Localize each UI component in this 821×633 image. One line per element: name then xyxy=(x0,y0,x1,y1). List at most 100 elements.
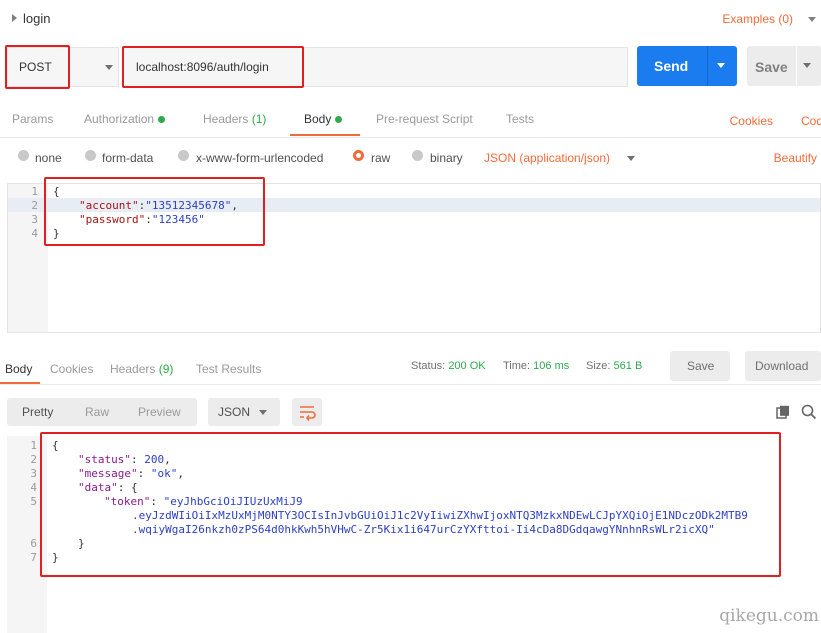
code-line-wrapped: .eyJzdWIiOiIxMzUxMjM0NTY3OCIsInJvbGUiOiJ… xyxy=(132,509,748,522)
line-number: 3 xyxy=(30,467,37,480)
code-link[interactable]: Cod xyxy=(801,114,821,128)
status-meta: Status: 200 OK xyxy=(411,360,486,372)
radio-none[interactable] xyxy=(18,150,29,161)
download-label: Download xyxy=(755,359,809,373)
json-key: "data" xyxy=(78,481,118,494)
json-value: "ok" xyxy=(150,467,178,480)
code-line-wrapped: .wqiyWgaI26nkzh0zPS64d0hkKwh5hVHwC-Zr5Ki… xyxy=(132,523,715,536)
response-headers-count: (9) xyxy=(158,362,174,376)
chevron-down-icon[interactable] xyxy=(808,17,816,22)
divider xyxy=(796,46,797,86)
line-number: 1 xyxy=(31,185,38,198)
method-value: POST xyxy=(19,60,52,74)
download-button[interactable]: Download xyxy=(745,351,821,381)
tab-response-headers[interactable]: Headers (9) xyxy=(110,362,173,376)
code-line: "status": 200, xyxy=(78,453,171,466)
json-key: "token" xyxy=(104,495,151,508)
radio-binary-label[interactable]: binary xyxy=(430,151,463,165)
json-key: "password" xyxy=(79,213,146,226)
code-line: "message": "ok", xyxy=(78,467,184,480)
status-value: 200 OK xyxy=(448,360,486,372)
tab-headers[interactable]: Headers (1) xyxy=(203,112,266,126)
wrap-lines-icon xyxy=(300,406,316,421)
json-value: "123456" xyxy=(151,213,205,226)
response-format-select[interactable]: JSON xyxy=(208,398,280,426)
save-options-chevron-icon[interactable] xyxy=(803,63,811,68)
chevron-down-icon xyxy=(259,410,267,415)
line-number: 6 xyxy=(30,537,37,550)
tab-pre-request-script[interactable]: Pre-request Script xyxy=(376,112,473,126)
response-body-viewer[interactable]: 1 2 3 4 5 6 7 { "status": 200, "message"… xyxy=(7,436,821,633)
view-pretty-button[interactable]: Pretty xyxy=(22,405,53,419)
json-brace: { xyxy=(131,481,138,494)
send-label: Send xyxy=(654,58,689,74)
url-input[interactable]: localhost:8096/auth/login xyxy=(122,47,628,87)
line-number: 2 xyxy=(30,453,37,466)
radio-urlencoded[interactable] xyxy=(178,150,189,161)
chevron-down-icon[interactable] xyxy=(627,156,635,161)
line-number: 5 xyxy=(30,495,37,508)
tab-tests[interactable]: Tests xyxy=(506,112,534,126)
tab-headers-label: Headers xyxy=(203,112,249,126)
code-line: } xyxy=(78,537,85,550)
save-button[interactable]: Save xyxy=(747,46,821,86)
save-response-button[interactable]: Save xyxy=(670,351,730,381)
tab-authorization[interactable]: Authorization xyxy=(84,112,166,126)
save-response-label: Save xyxy=(687,359,715,373)
send-options-chevron-icon[interactable] xyxy=(717,63,725,68)
time-label: Time: xyxy=(503,360,531,372)
radio-urlencoded-label[interactable]: x-www-form-urlencoded xyxy=(196,151,323,165)
radio-raw-label[interactable]: raw xyxy=(371,151,390,165)
request-title-bar: login Examples (0) xyxy=(0,0,821,38)
view-mode-group: Pretty Raw Preview xyxy=(7,398,197,426)
tab-body-label: Body xyxy=(304,112,332,126)
active-tab-indicator xyxy=(290,134,360,136)
copy-icon[interactable] xyxy=(776,405,790,419)
beautify-link[interactable]: Beautify xyxy=(774,151,817,165)
tab-test-results[interactable]: Test Results xyxy=(196,362,261,376)
code-line: "token": "eyJhbGciOiJIUzUxMiJ9 xyxy=(104,495,303,508)
code-line: } xyxy=(52,551,59,564)
code-line: "account":"13512345678", xyxy=(79,199,238,212)
method-select[interactable]: POST xyxy=(7,47,119,87)
view-raw-button[interactable]: Raw xyxy=(85,405,109,419)
collapse-caret-icon[interactable] xyxy=(12,14,17,22)
json-key: "status" xyxy=(78,453,131,466)
examples-dropdown[interactable]: Examples (0) xyxy=(722,12,793,26)
chevron-down-icon xyxy=(105,65,113,70)
radio-form-data[interactable] xyxy=(85,150,96,161)
json-key: "message" xyxy=(78,467,138,480)
url-value: localhost:8096/auth/login xyxy=(136,60,269,74)
tab-body[interactable]: Body xyxy=(304,112,343,126)
line-number: 2 xyxy=(31,199,38,212)
tab-params[interactable]: Params xyxy=(12,112,53,126)
wrap-lines-button[interactable] xyxy=(292,398,322,426)
response-format-value: JSON xyxy=(218,405,251,419)
tab-authorization-label: Authorization xyxy=(84,112,155,126)
code-line: { xyxy=(52,439,59,452)
cookies-link[interactable]: Cookies xyxy=(730,114,773,128)
radio-form-data-label[interactable]: form-data xyxy=(102,151,153,165)
request-body-editor[interactable]: 1 2 3 4 { "account":"13512345678", "pass… xyxy=(7,183,821,333)
body-format-select[interactable]: JSON (application/json) xyxy=(484,151,610,165)
status-dot-icon xyxy=(158,116,166,124)
tab-response-body[interactable]: Body xyxy=(5,362,32,376)
request-name[interactable]: login xyxy=(23,11,50,26)
radio-binary[interactable] xyxy=(412,150,423,161)
view-preview-button[interactable]: Preview xyxy=(138,405,181,419)
time-value: 106 ms xyxy=(533,360,570,372)
json-value: "eyJhbGciOiJIUzUxMiJ9 xyxy=(163,495,303,508)
code-line: "password":"123456" xyxy=(79,213,205,226)
tab-response-cookies[interactable]: Cookies xyxy=(50,362,93,376)
divider xyxy=(707,46,708,86)
radio-none-label[interactable]: none xyxy=(35,151,62,165)
send-button[interactable]: Send xyxy=(637,46,737,86)
json-value: 200 xyxy=(144,453,165,466)
radio-raw[interactable] xyxy=(353,150,364,161)
divider xyxy=(0,384,821,385)
save-label: Save xyxy=(755,59,788,75)
search-icon[interactable] xyxy=(801,404,817,420)
time-meta: Time: 106 ms xyxy=(503,360,569,372)
line-number: 3 xyxy=(31,213,38,226)
json-key: "account" xyxy=(79,199,139,212)
